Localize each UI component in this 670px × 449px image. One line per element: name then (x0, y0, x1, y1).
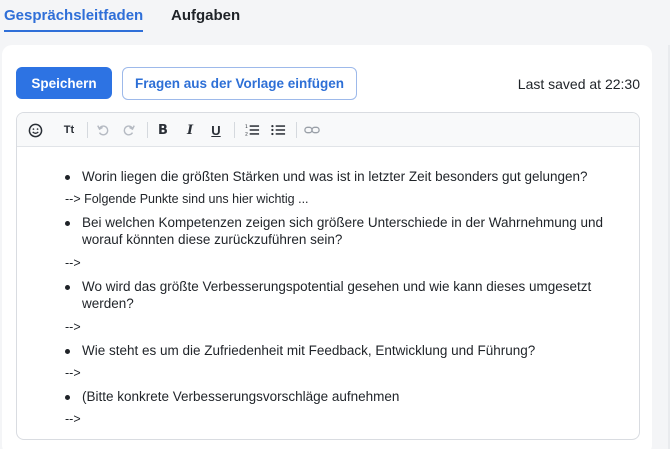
toolbar-divider (234, 122, 235, 138)
toolbar-divider (147, 122, 148, 138)
bullet-list-icon[interactable] (268, 120, 288, 140)
question-text: Wie steht es um die Zufriedenheit mit Fe… (82, 343, 536, 358)
toolbar-divider (87, 122, 88, 138)
last-saved-status: Last saved at 22:30 (517, 76, 640, 92)
bullet-icon (65, 175, 70, 180)
emoji-icon[interactable] (25, 120, 45, 140)
redo-icon[interactable] (119, 120, 139, 140)
tab-gespraechsleitfaden[interactable]: Gesprächsleitfaden (4, 7, 144, 32)
tab-bar: Gesprächsleitfaden Aufgaben (0, 0, 670, 40)
tab-aufgaben[interactable]: Aufgaben (171, 7, 240, 24)
undo-icon[interactable] (93, 120, 113, 140)
list-item: Worin liegen die größten Stärken und was… (65, 168, 605, 185)
bullet-icon (65, 395, 70, 400)
list-item: Wo wird das größte Verbesserungspotentia… (65, 278, 605, 312)
rich-text-editor[interactable]: Tt B I U 12 Worin liegen die größten Stä… (16, 112, 640, 440)
question-text: Wo wird das größte Verbesserungspotentia… (82, 279, 592, 311)
underline-icon[interactable]: U (206, 120, 226, 140)
bullet-icon (65, 221, 70, 226)
bold-icon[interactable]: B (153, 120, 173, 140)
bullet-icon (65, 349, 70, 354)
answer-line: --> (65, 256, 81, 270)
link-icon[interactable] (302, 120, 322, 140)
text-size-icon[interactable]: Tt (59, 120, 79, 140)
editor-content[interactable]: Worin liegen die größten Stärken und was… (17, 148, 639, 438)
toolbar-divider (296, 122, 297, 138)
svg-text:1: 1 (245, 124, 248, 130)
insert-template-questions-button[interactable]: Fragen aus der Vorlage einfügen (122, 67, 357, 100)
save-button[interactable]: Speichern (16, 67, 112, 99)
list-item: (Bitte konkrete Verbesserungsvorschläge … (65, 388, 605, 405)
answer-line: --> Folgende Punkte sind uns hier wichti… (65, 192, 309, 206)
answer-line: --> (65, 412, 81, 426)
italic-icon[interactable]: I (180, 120, 200, 140)
question-text: Bei welchen Kompetenzen zeigen sich größ… (82, 215, 604, 247)
answer-line: --> (65, 320, 81, 334)
answer-line: --> (65, 366, 81, 380)
bullet-icon (65, 285, 70, 290)
svg-text:2: 2 (245, 132, 248, 137)
question-text: (Bitte konkrete Verbesserungsvorschläge … (82, 389, 400, 404)
editor-toolbar: Tt B I U 12 (17, 113, 639, 147)
list-item: Wie steht es um die Zufriedenheit mit Fe… (65, 342, 605, 359)
list-item: Bei welchen Kompetenzen zeigen sich größ… (65, 214, 605, 248)
question-text: Worin liegen die größten Stärken und was… (82, 169, 588, 184)
ordered-list-icon[interactable]: 12 (242, 120, 262, 140)
